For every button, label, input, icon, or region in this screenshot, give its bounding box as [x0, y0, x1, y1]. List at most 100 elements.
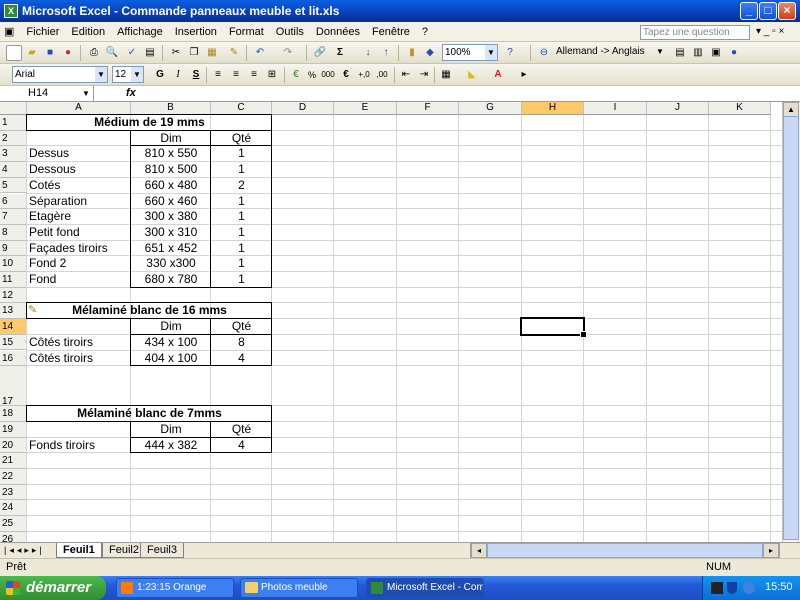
item-name[interactable]: Fonds tiroirs	[27, 438, 131, 454]
row-header-19[interactable]: 19	[0, 421, 27, 438]
item-name[interactable]: Séparation	[27, 194, 131, 210]
column-header-g[interactable]: G	[459, 102, 522, 115]
vertical-scrollbar[interactable]: ▲	[782, 102, 800, 542]
row-header-4[interactable]: 4	[0, 162, 27, 178]
column-header-k[interactable]: K	[709, 102, 771, 115]
menu-affichage[interactable]: Affichage	[111, 22, 169, 42]
paste-options-icon[interactable]: ✎	[28, 304, 41, 317]
column-header-f[interactable]: F	[397, 102, 459, 115]
task-photos-meuble[interactable]: Photos meuble	[240, 578, 358, 598]
align-left-icon[interactable]: ≡	[210, 67, 226, 83]
spreadsheet-grid[interactable]: A B C D E F G H I J K 1 2 3 4 5 6 7 8 9 10 11 12 13 14 15 16 17 18 19…	[0, 102, 782, 542]
font-select[interactable]: Arial ▼	[12, 66, 108, 83]
menu-format[interactable]: Format	[223, 22, 270, 42]
insert-function-icon[interactable]: fx	[126, 86, 136, 101]
row-header-17[interactable]: 17	[0, 366, 27, 407]
row-header-3[interactable]: 3	[0, 146, 27, 163]
redo-icon[interactable]: ↷	[280, 45, 296, 61]
menu-edition[interactable]: Edition	[65, 22, 111, 42]
item-name[interactable]: Etagère	[27, 209, 131, 225]
translate-select[interactable]: Allemand -> Anglais ▼	[554, 44, 666, 61]
fill-color-icon[interactable]: ◣	[464, 67, 480, 83]
align-center-icon[interactable]: ≡	[228, 67, 244, 83]
minimize-button[interactable]: _	[740, 2, 758, 20]
h-scroll-thumb[interactable]	[487, 543, 763, 558]
row-header-6[interactable]: 6	[0, 193, 27, 210]
sort-desc-icon[interactable]: ↑	[378, 45, 394, 61]
column-header-h[interactable]: H	[522, 102, 584, 115]
zoom-select[interactable]: 100% ▼	[442, 44, 498, 61]
excel-app-icon[interactable]: X	[4, 4, 18, 18]
underline-icon[interactable]: S	[188, 67, 204, 83]
row-header-14[interactable]: 14	[0, 319, 27, 335]
maximize-button[interactable]: □	[759, 2, 777, 20]
research-pane-icon[interactable]: ▤	[672, 45, 688, 61]
thousands-icon[interactable]: 000	[320, 67, 336, 83]
save-icon[interactable]: ■	[42, 45, 58, 61]
row-header-23[interactable]: 23	[0, 484, 27, 501]
menu-fenetre[interactable]: Fenêtre	[366, 22, 416, 42]
help-icon[interactable]: ?	[502, 45, 518, 61]
row-header-25[interactable]: 25	[0, 516, 27, 532]
translate-icon[interactable]: ⊖	[536, 45, 552, 61]
task-orange[interactable]: 1:23:15 Orange	[116, 578, 234, 598]
formula-input[interactable]	[140, 86, 780, 101]
chart-wizard-icon[interactable]: ▮	[404, 45, 420, 61]
toolbar-options-icon[interactable]: ▸	[516, 67, 532, 83]
row-header-24[interactable]: 24	[0, 500, 27, 517]
print-icon[interactable]: ⎙	[86, 45, 102, 61]
research-icon[interactable]: ▤	[142, 45, 158, 61]
row-header-9[interactable]: 9	[0, 240, 27, 257]
paste-icon[interactable]: ▦	[204, 45, 220, 61]
font-color-icon[interactable]: A	[490, 67, 506, 83]
scroll-right-button[interactable]: ▸	[763, 543, 779, 558]
row-header-10[interactable]: 10	[0, 256, 27, 272]
document-menu-icon[interactable]: ▣	[0, 22, 20, 42]
row-header-22[interactable]: 22	[0, 469, 27, 485]
hyperlink-icon[interactable]: 🔗	[312, 45, 328, 61]
align-right-icon[interactable]: ≡	[246, 67, 262, 83]
menu-insertion[interactable]: Insertion	[169, 22, 223, 42]
format-painter-icon[interactable]: ✎	[226, 45, 242, 61]
row-header-12[interactable]: 12	[0, 287, 27, 304]
currency-icon[interactable]: €	[288, 67, 304, 83]
menu-fichier[interactable]: Fichier	[20, 22, 65, 42]
row-header-26[interactable]: 26	[0, 531, 27, 542]
translate-help-icon[interactable]: ●	[726, 45, 742, 61]
doc-window-controls[interactable]: ▾ _ ▫ ×	[756, 26, 784, 37]
column-header-i[interactable]: I	[584, 102, 647, 115]
column-header-j[interactable]: J	[647, 102, 709, 115]
new-icon[interactable]	[6, 45, 22, 61]
item-name[interactable]: Façades tiroirs	[27, 241, 131, 257]
sheet-tab-feuil3[interactable]: Feuil3	[140, 543, 184, 558]
active-cell[interactable]	[520, 317, 587, 338]
decrease-decimal-icon[interactable]: ,00	[374, 67, 390, 83]
row-header-20[interactable]: 20	[0, 437, 27, 454]
print-preview-icon[interactable]: 🔍	[104, 45, 120, 61]
menu-help[interactable]: ?	[416, 22, 434, 42]
row-header-1[interactable]: 1	[0, 115, 27, 131]
row-header-18[interactable]: 18	[0, 406, 27, 422]
increase-decimal-icon[interactable]: +,0	[356, 67, 372, 83]
item-name[interactable]: Cotés	[27, 178, 131, 194]
item-name[interactable]: Dessous	[27, 162, 131, 178]
select-all-corner[interactable]	[0, 102, 27, 115]
update-icon[interactable]	[743, 582, 755, 594]
decrease-indent-icon[interactable]: ⇤	[398, 67, 414, 83]
row-header-11[interactable]: 11	[0, 272, 27, 288]
scroll-left-button[interactable]: ◂	[471, 543, 487, 558]
autosum-icon[interactable]: Σ	[332, 45, 348, 61]
font-size-select[interactable]: 12 ▼	[112, 66, 144, 83]
reference-icon[interactable]: ▣	[708, 45, 724, 61]
increase-indent-icon[interactable]: ⇥	[416, 67, 432, 83]
column-header-d[interactable]: D	[272, 102, 334, 115]
scroll-thumb[interactable]	[783, 116, 799, 540]
close-button[interactable]: ×	[778, 2, 796, 20]
item-name[interactable]: Petit fond	[27, 225, 131, 241]
sheet-tab-feuil1[interactable]: Feuil1	[56, 543, 102, 558]
row-header-21[interactable]: 21	[0, 453, 27, 469]
item-name[interactable]: Fond 2	[27, 256, 131, 272]
start-button[interactable]: démarrer	[0, 576, 106, 600]
network-icon[interactable]	[711, 582, 723, 594]
row-header-15[interactable]: 15	[0, 334, 27, 351]
